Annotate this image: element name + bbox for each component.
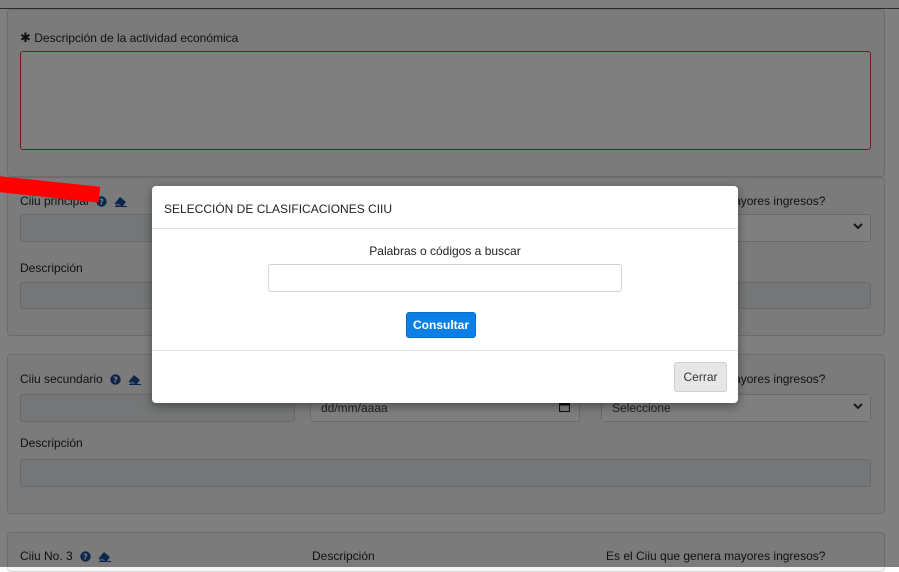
modal-header: SELECCIÓN DE CLASIFICACIONES CIIU <box>152 186 738 229</box>
modal-title: SELECCIÓN DE CLASIFICACIONES CIIU <box>164 202 393 216</box>
consult-button[interactable]: Consultar <box>406 312 476 338</box>
modal-footer <box>152 350 738 403</box>
close-button[interactable]: Cerrar <box>674 362 727 392</box>
search-label: Palabras o códigos a buscar <box>369 244 521 258</box>
search-input[interactable] <box>268 264 622 292</box>
ciiu-selection-modal: SELECCIÓN DE CLASIFICACIONES CIIU Palabr… <box>152 186 738 403</box>
